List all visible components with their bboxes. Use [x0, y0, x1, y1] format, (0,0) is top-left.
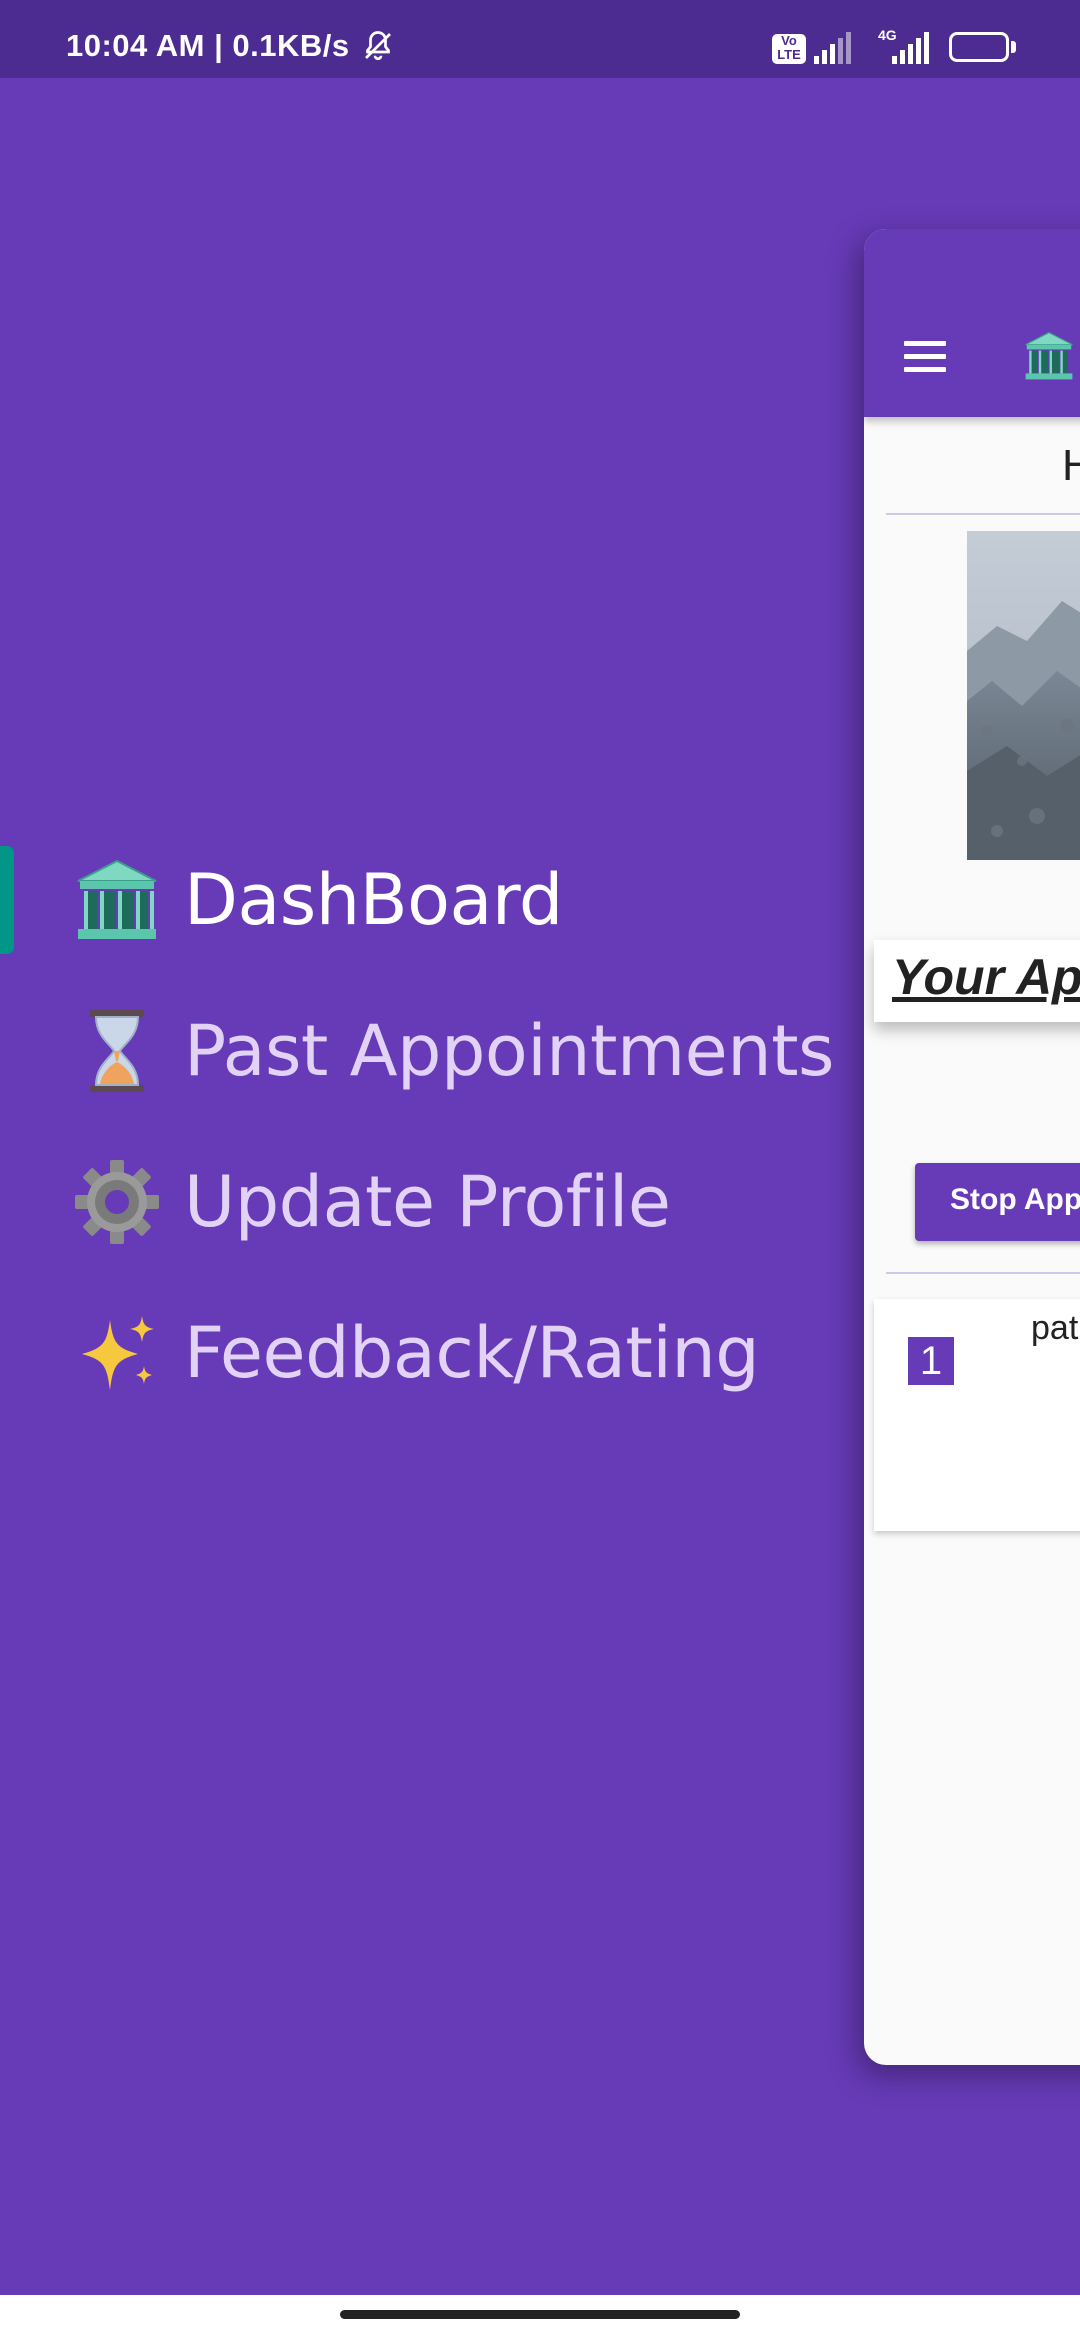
muted-bell-icon	[365, 31, 391, 61]
mountain-photo	[967, 531, 1080, 860]
stop-button-label: Stop App	[950, 1183, 1080, 1216]
list-item-text: pat	[1031, 1309, 1079, 1347]
bank-icon	[72, 855, 162, 945]
divider	[886, 513, 1080, 515]
app-bar	[864, 229, 1080, 417]
drawer-item-label: Feedback/Rating	[184, 1312, 760, 1394]
divider	[886, 1272, 1080, 1274]
signal-icon-2	[892, 32, 929, 64]
sparkles-icon	[72, 1308, 162, 1398]
signal-icon	[814, 32, 851, 64]
home-gesture-handle[interactable]	[340, 2310, 740, 2319]
navigation-bar	[0, 2295, 1080, 2340]
active-indicator	[0, 846, 14, 954]
status-time: 10:04 AM | 0.1KB/s	[66, 28, 350, 63]
gear-icon	[72, 1157, 162, 1247]
section-title: Your Ap	[892, 949, 1080, 1005]
bank-icon	[1025, 331, 1073, 380]
battery-tip	[1011, 41, 1016, 53]
battery-text: 86	[968, 36, 990, 56]
volte-icon: Vo LTE	[772, 34, 806, 64]
stop-appointments-button[interactable]: Stop App	[915, 1163, 1080, 1241]
menu-icon[interactable]	[904, 341, 946, 373]
list-item-number: 1	[908, 1337, 954, 1385]
section-header-card: Your Ap	[874, 940, 1080, 1022]
hourglass-icon	[72, 1006, 162, 1096]
app-main-screen[interactable]: H Your Ap Stop App 1 pat	[864, 229, 1080, 2065]
drawer-item-label: DashBoard	[184, 859, 563, 941]
drawer-item-label: Past Appointments	[184, 1010, 835, 1092]
page-heading: H	[1062, 441, 1080, 490]
status-bar: 10:04 AM | 0.1KB/s Vo LTE 4G 86	[0, 0, 1080, 78]
drawer-item-label: Update Profile	[184, 1161, 671, 1243]
battery-icon: 86	[949, 32, 1009, 62]
